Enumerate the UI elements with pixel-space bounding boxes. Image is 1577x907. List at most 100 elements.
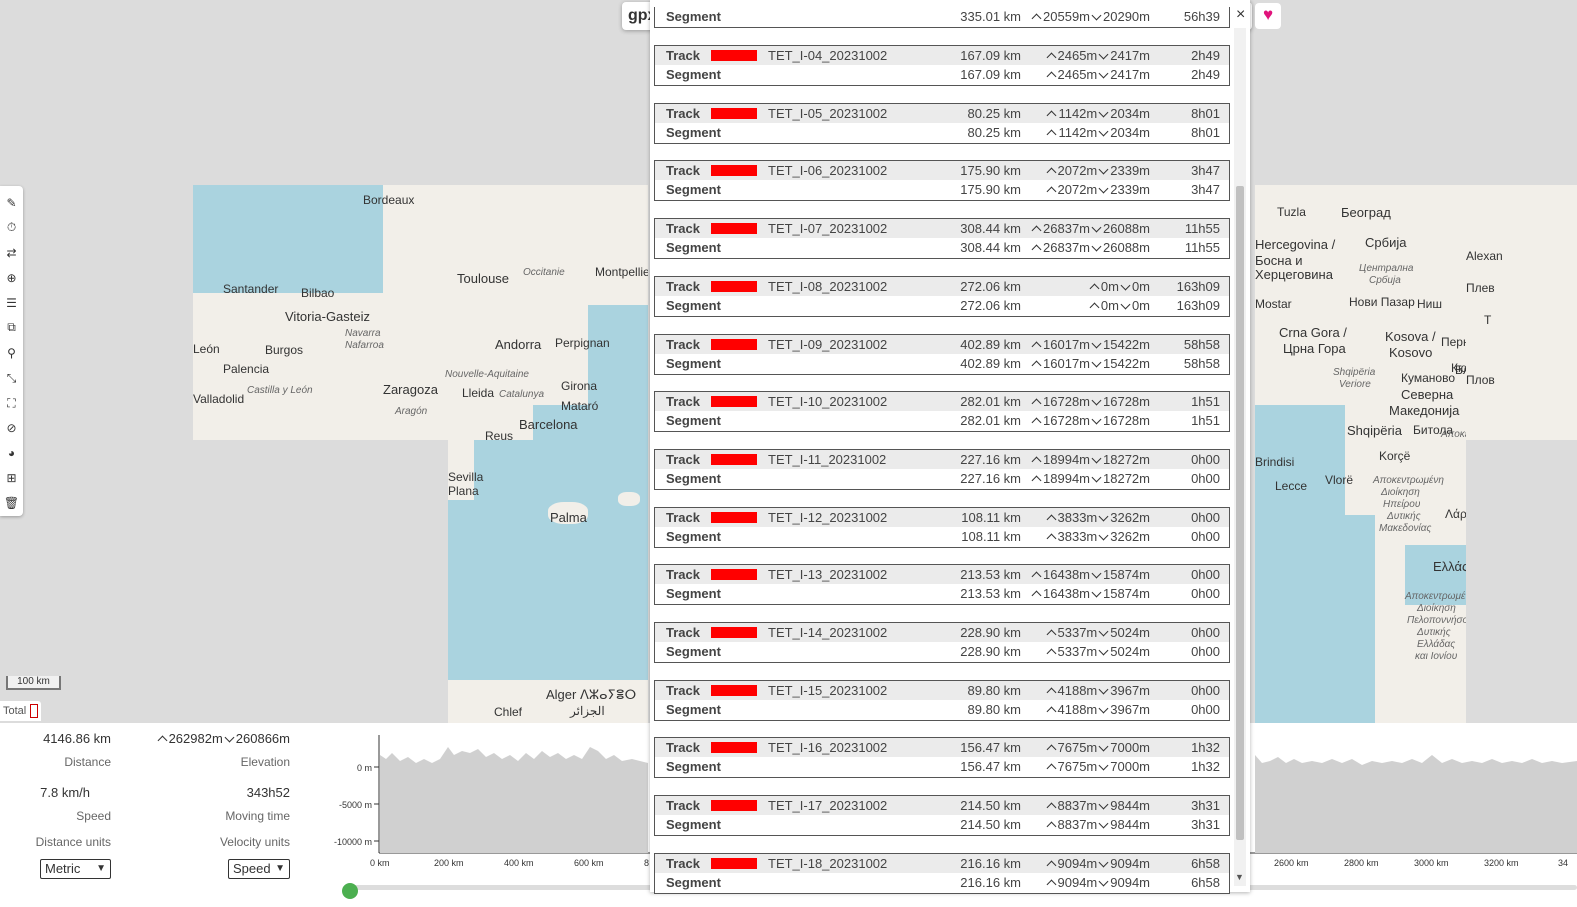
track-row[interactable]: Track TET_I-08_20231002 272.06 km 0m 0m 163h0… [654,275,1230,297]
map-tile-south[interactable]: Sevilla Plana Palma Alger ⴷⵣⴰⵢⴻⵔ Chlef الجزائ… [448,440,648,723]
track-color-swatch[interactable] [711,742,757,754]
track-row[interactable]: Track TET_I-12_20231002 108.11 km 3833m 3262… [654,506,1230,528]
segment-row[interactable]: Segment 308.44 km 26837m 26088m 11h55 [654,238,1230,260]
range-slider-handle[interactable] [342,883,358,899]
track-row[interactable]: Track TET_I-15_20231002 89.80 km 4188m 3967m… [654,679,1230,701]
track-color-swatch[interactable] [711,338,757,350]
track-row[interactable]: Track TET_I-13_20231002 213.53 km 16438m 158… [654,564,1230,586]
elevation-up-value: 2465m [1046,48,1098,63]
plus-circle-icon[interactable]: ⊕ [3,265,21,290]
track-name: TET_I-12_20231002 [768,509,888,525]
reverse-icon[interactable]: ⇄ [3,240,21,265]
track-row[interactable]: Track TET_I-17_20231002 214.50 km 8837m 9844… [654,795,1230,817]
elevation-up-value: 18994m [1031,471,1090,486]
segment-row[interactable]: Segment 167.09 km 2465m 2417m 2h49 [654,65,1230,86]
track-row[interactable]: Track TET_I-05_20231002 80.25 km 1142m 2034m… [654,102,1230,124]
pin-icon[interactable]: ⚲ [3,340,21,365]
scroll-down-arrow-icon[interactable]: ▼ [1235,872,1244,882]
segment-row[interactable]: Segment 213.53 km 16438m 15874m 0h00 [654,584,1230,606]
tree-icon[interactable]: ⊞ [3,466,21,491]
map-place-label: Δυτικής [1387,511,1421,522]
track-color-swatch[interactable] [711,800,757,812]
track-row[interactable]: Track TET_I-06_20231002 175.90 km 2072m 2339… [654,160,1230,182]
segment-row[interactable]: Segment 108.11 km 3833m 3262m 0h00 [654,526,1230,548]
trash-icon[interactable]: 🗑 [3,491,21,516]
elevation-down-value: 2339m [1097,163,1150,178]
map-place-label: Palencia [223,362,270,376]
total-tab[interactable]: Total [0,701,42,721]
map-place-label: Nouvelle-Aquitaine [445,369,529,380]
map-tile-west[interactable]: Nouvelle-Aquitaine Bordeaux Toulouse Occita… [193,185,648,440]
map-tile-far-east[interactable]: Alexan Плев Т Плов [1466,185,1577,440]
segment-row[interactable]: Segment 335.01 km 20559m 20290m 56h39 [654,7,1230,28]
map-place-label: Αποκεντρωμένη [1405,591,1466,602]
segment-row[interactable]: Segment 214.50 km 8837m 9844m 3h31 [654,815,1230,837]
track-row[interactable]: Track TET_I-14_20231002 228.90 km 5337m 5024… [654,622,1230,643]
track-color-swatch[interactable] [711,684,757,696]
velocity-units-select[interactable]: Speed ▼ [228,859,290,879]
elevation-down-value: 3262m [1097,529,1150,544]
list-icon[interactable]: ☰ [3,290,21,315]
track-color-swatch[interactable] [711,511,757,523]
palette-icon[interactable]: ◕ [3,441,21,466]
track-row[interactable]: Track TET_I-09_20231002 402.89 km 16017m 154… [654,333,1230,355]
row-distance: 272.06 km [960,297,1021,313]
row-duration: 8h01 [1191,124,1220,140]
row-distance: 272.06 km [960,278,1021,294]
segment-row[interactable]: Segment 216.16 km 9094m 9094m 6h58 [654,872,1230,894]
map-place-label: Valladolid [193,392,245,406]
track-color-swatch[interactable] [711,569,757,581]
track-color-swatch[interactable] [711,857,757,869]
track-color-swatch[interactable] [711,627,757,638]
track-row[interactable]: Track TET_I-04_20231002 167.09 km 2465m 2417… [654,45,1230,66]
distance-units-select[interactable]: Metric ▼ [40,859,111,879]
track-row[interactable]: Track TET_I-10_20231002 282.01 km 16728m 167… [654,391,1230,413]
map-tile-east[interactable]: TuzlaБеоградCraiovaTurnuSeverinHercegovi… [1255,185,1466,723]
track-row[interactable]: Track TET_I-16_20231002 156.47 km 7675m 7000… [654,737,1230,759]
row-distance: 175.90 km [960,182,1021,198]
track-color-swatch[interactable] [711,396,757,408]
track-color-swatch[interactable] [711,223,757,235]
track-color-swatch[interactable] [711,107,757,119]
map-place-label: Διοίκηση [1381,487,1420,498]
eye-slash-icon[interactable]: ⊘ [3,416,21,441]
pencil-icon[interactable]: ✎ [3,190,21,215]
segment-row[interactable]: Segment 156.47 km 7675m 7000m 1h32 [654,757,1230,779]
map-place-label: Δυτικής [1417,627,1451,638]
chevron-down-icon: ▼ [96,863,106,874]
track-row[interactable]: Track TET_I-18_20231002 216.16 km 9094m 9094… [654,852,1230,874]
row-elevation: 3833m 3262m [1046,529,1151,544]
stopwatch-icon[interactable]: ⏱ [3,215,21,240]
x-axis-tick-label: 2600 km [1274,858,1309,868]
heart-icon[interactable]: ♥ [1255,3,1281,29]
track-color-swatch[interactable] [711,50,757,61]
elevation-down-value: 15422m [1090,356,1150,371]
row-duration: 6h58 [1191,874,1220,890]
row-type-label: Track [666,48,700,63]
row-duration: 0h00 [1191,451,1220,467]
close-icon[interactable]: × [1236,6,1245,24]
track-row[interactable]: Track TET_I-07_20231002 308.44 km 26837m 260… [654,218,1230,240]
segment-row[interactable]: Segment 272.06 km 0m 0m 163h09 [654,295,1230,317]
scrollbar-thumb[interactable] [1236,186,1244,840]
segment-row[interactable]: Segment 228.90 km 5337m 5024m 0h00 [654,642,1230,663]
row-duration: 58h58 [1183,355,1220,371]
segment-row[interactable]: Segment 80.25 km 1142m 2034m 8h01 [654,122,1230,144]
segment-row[interactable]: Segment 89.80 km 4188m 3967m 0h00 [654,699,1230,721]
crop-icon[interactable]: ⛶ [3,391,21,416]
segment-row[interactable]: Segment 227.16 km 18994m 18272m 0h00 [654,468,1230,490]
elevation-down-value: 7000m [1097,740,1150,755]
elevation-up-value: 18994m [1031,452,1090,467]
track-color-swatch[interactable] [711,453,757,465]
segment-row[interactable]: Segment 282.01 km 16728m 16728m 1h51 [654,411,1230,433]
compress-icon[interactable]: ⤡ [3,366,21,391]
segment-row[interactable]: Segment 402.89 km 16017m 15422m 58h58 [654,353,1230,375]
segment-row[interactable]: Segment 175.90 km 2072m 2339m 3h47 [654,180,1230,202]
row-type-label: Segment [666,413,721,429]
track-color-swatch[interactable] [711,280,757,292]
copy-icon[interactable]: ⧉ [3,315,21,340]
track-row[interactable]: Track TET_I-11_20231002 227.16 km 18994m 182… [654,448,1230,470]
elevation-down-value: 9094m [1097,856,1150,871]
elevation-down-value: 9844m [1097,817,1150,832]
track-color-swatch[interactable] [711,165,757,177]
